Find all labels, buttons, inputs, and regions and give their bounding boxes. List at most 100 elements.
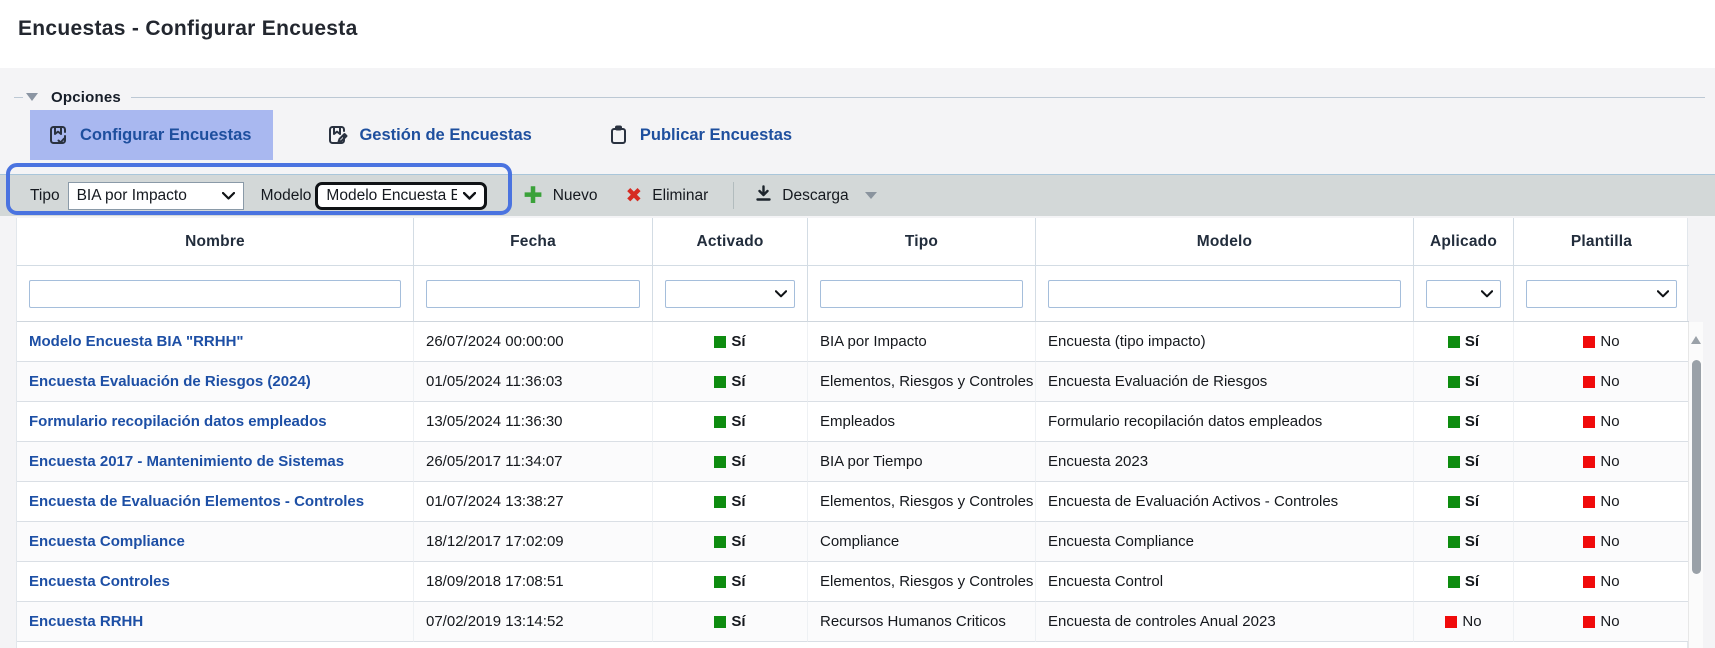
status-square-icon: [1448, 416, 1460, 428]
cell-aplicado: Sí: [1414, 402, 1514, 442]
cell-nombre: Modelo Encuesta BIA "RRHH": [17, 322, 414, 362]
encuesta-link[interactable]: Encuesta RRHH: [29, 613, 143, 630]
status-text: Sí: [731, 333, 745, 350]
filter-plantilla-select[interactable]: [1526, 280, 1677, 308]
options-legend: Opciones: [14, 68, 1705, 108]
cell-plantilla: No: [1514, 322, 1689, 362]
nuevo-button-label: Nuevo: [553, 187, 598, 205]
collapse-triangle-icon[interactable]: [26, 93, 38, 101]
chevron-down-icon: [775, 290, 787, 298]
scroll-up-arrow-icon[interactable]: [1691, 336, 1701, 344]
table-body: Modelo Encuesta BIA "RRHH" 26/07/2024 00…: [17, 322, 1687, 642]
cell-nombre: Encuesta Compliance: [17, 522, 414, 562]
filter-activado-select[interactable]: [665, 280, 795, 308]
cell-fecha: 01/05/2024 11:36:03: [414, 362, 653, 402]
status-text: No: [1600, 413, 1619, 430]
status-text: No: [1600, 373, 1619, 390]
cell-fecha: 18/09/2018 17:08:51: [414, 562, 653, 602]
filter-tipo-input[interactable]: [820, 280, 1023, 308]
status-square-icon: [1583, 496, 1595, 508]
descarga-button[interactable]: Descarga: [755, 185, 876, 207]
caret-down-icon: [865, 192, 877, 199]
cell-nombre: Formulario recopilación datos empleados: [17, 402, 414, 442]
cell-plantilla: No: [1514, 482, 1689, 522]
cell-modelo: Encuesta de Evaluación Activos - Control…: [1036, 482, 1414, 522]
table-row[interactable]: Encuesta RRHH 07/02/2019 13:14:52 Sí Rec…: [17, 602, 1687, 642]
tab-publicar-encuestas[interactable]: Publicar Encuestas: [590, 110, 814, 160]
tipo-select[interactable]: BIA por Impacto: [68, 182, 244, 210]
cell-tipo: Elementos, Riesgos y Controles: [808, 362, 1036, 402]
status-square-icon: [714, 336, 726, 348]
status-square-icon: [1448, 336, 1460, 348]
bookmark-edit-icon: [326, 124, 348, 146]
page-header: Encuestas - Configurar Encuesta: [0, 0, 1715, 68]
filter-aplicado-select[interactable]: [1426, 280, 1501, 308]
encuesta-link[interactable]: Encuesta 2017 - Mantenimiento de Sistema…: [29, 453, 344, 470]
table-row[interactable]: Modelo Encuesta BIA "RRHH" 26/07/2024 00…: [17, 322, 1687, 362]
table-row[interactable]: Encuesta 2017 - Mantenimiento de Sistema…: [17, 442, 1687, 482]
cell-tipo: BIA por Impacto: [808, 322, 1036, 362]
status-square-icon: [714, 576, 726, 588]
chevron-down-icon: [1657, 290, 1669, 298]
encuesta-link[interactable]: Formulario recopilación datos empleados: [29, 413, 327, 430]
vertical-scrollbar[interactable]: [1688, 322, 1703, 648]
modelo-select[interactable]: Modelo Encuesta E: [315, 182, 487, 210]
table-row[interactable]: Encuesta Compliance 18/12/2017 17:02:09 …: [17, 522, 1687, 562]
status-text: No: [1600, 493, 1619, 510]
cell-plantilla: No: [1514, 362, 1689, 402]
column-header-activado[interactable]: Activado: [653, 218, 808, 266]
table-zone: Nombre Fecha Activado Tipo Modelo Aplica…: [16, 218, 1715, 648]
status-square-icon: [1583, 376, 1595, 388]
nuevo-button[interactable]: ✚ Nuevo: [523, 184, 597, 207]
column-header-nombre[interactable]: Nombre: [17, 218, 414, 266]
table-row[interactable]: Encuesta Evaluación de Riesgos (2024) 01…: [17, 362, 1687, 402]
cell-plantilla: No: [1514, 402, 1689, 442]
table-row[interactable]: Formulario recopilación datos empleados …: [17, 402, 1687, 442]
chevron-down-icon: [463, 192, 476, 200]
status-text: No: [1600, 613, 1619, 630]
filter-modelo-input[interactable]: [1048, 280, 1401, 308]
cell-modelo: Encuesta Compliance: [1036, 522, 1414, 562]
cell-activado: Sí: [653, 482, 808, 522]
cell-activado: Sí: [653, 362, 808, 402]
status-text: Sí: [1465, 413, 1479, 430]
modelo-label: Modelo: [261, 187, 312, 205]
eliminar-button[interactable]: ✖ Eliminar: [626, 186, 709, 206]
encuesta-link[interactable]: Modelo Encuesta BIA "RRHH": [29, 333, 244, 350]
column-header-plantilla[interactable]: Plantilla: [1514, 218, 1689, 266]
table-header-row: Nombre Fecha Activado Tipo Modelo Aplica…: [17, 218, 1687, 266]
table-row[interactable]: Encuesta Controles 18/09/2018 17:08:51 S…: [17, 562, 1687, 602]
cell-tipo: Recursos Humanos Criticos: [808, 602, 1036, 642]
legend-line-right: [131, 97, 1705, 98]
cell-nombre: Encuesta de Evaluación Elementos - Contr…: [17, 482, 414, 522]
column-header-fecha[interactable]: Fecha: [414, 218, 653, 266]
tab-gestion-de-encuestas[interactable]: Gestión de Encuestas: [309, 110, 553, 160]
plus-icon: ✚: [523, 184, 542, 207]
status-square-icon: [714, 496, 726, 508]
status-text: Sí: [1465, 493, 1479, 510]
cell-nombre: Encuesta RRHH: [17, 602, 414, 642]
scrollbar-thumb[interactable]: [1692, 360, 1701, 574]
cell-aplicado: Sí: [1414, 442, 1514, 482]
tab-label: Publicar Encuestas: [640, 126, 792, 145]
table-row[interactable]: Encuesta de Evaluación Elementos - Contr…: [17, 482, 1687, 522]
page-title: Encuestas - Configurar Encuesta: [0, 0, 1715, 41]
status-text: Sí: [731, 413, 745, 430]
column-header-modelo[interactable]: Modelo: [1036, 218, 1414, 266]
encuesta-link[interactable]: Encuesta Evaluación de Riesgos (2024): [29, 373, 311, 390]
encuesta-link[interactable]: Encuesta Compliance: [29, 533, 185, 550]
column-header-tipo[interactable]: Tipo: [808, 218, 1036, 266]
filter-fecha-input[interactable]: [426, 280, 640, 308]
cell-tipo: Empleados: [808, 402, 1036, 442]
status-square-icon: [1583, 456, 1595, 468]
cell-tipo: BIA por Tiempo: [808, 442, 1036, 482]
tab-configurar-encuestas[interactable]: Configurar Encuestas: [30, 110, 273, 160]
status-square-icon: [1448, 376, 1460, 388]
column-header-aplicado[interactable]: Aplicado: [1414, 218, 1514, 266]
encuesta-link[interactable]: Encuesta de Evaluación Elementos - Contr…: [29, 493, 364, 510]
cell-activado: Sí: [653, 402, 808, 442]
filter-nombre-input[interactable]: [29, 280, 401, 308]
cell-plantilla: No: [1514, 522, 1689, 562]
status-text: Sí: [1465, 573, 1479, 590]
encuesta-link[interactable]: Encuesta Controles: [29, 573, 170, 590]
